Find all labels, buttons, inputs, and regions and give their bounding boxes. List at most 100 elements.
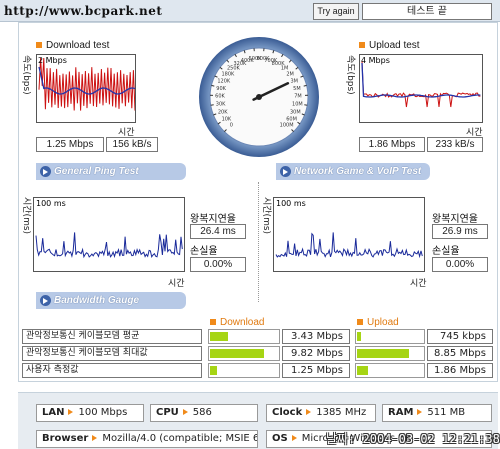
gauge-tick-label: 120K xyxy=(217,78,231,84)
download-bar-fill xyxy=(210,366,217,375)
browser-info: Browser Mozilla/4.0 (compatible; MSIE 6.0 xyxy=(36,430,258,448)
game-series-line xyxy=(275,232,423,259)
top-bar: http://www.bcpark.net Try again 테스트 끝 xyxy=(0,0,500,22)
ping-plot xyxy=(35,232,183,259)
ping-x-label: 시간 xyxy=(168,279,185,289)
arrow-icon xyxy=(291,435,297,441)
test-status-button[interactable]: 테스트 끝 xyxy=(362,3,492,20)
ping-series-line xyxy=(35,232,183,259)
gauge-tick-label: 30M xyxy=(290,109,301,115)
upload-y-label: 속도(bps) xyxy=(345,55,355,95)
ping-rtt-value: 26.4 ms xyxy=(190,224,246,239)
download-bar xyxy=(208,346,280,361)
upload-bar-fill xyxy=(357,349,409,358)
arrow-icon xyxy=(40,295,51,306)
game-plot xyxy=(275,232,423,259)
arrow-icon xyxy=(68,409,74,415)
speed-gauge: 010K20K30K60K90K120K180K250K320K400K500K… xyxy=(199,37,319,157)
download-series-line xyxy=(38,57,136,111)
section-divider xyxy=(258,182,259,302)
game-rtt-value: 26.9 ms xyxy=(432,224,488,239)
ram-info: RAM 511 MB xyxy=(382,404,492,422)
game-chart xyxy=(273,197,425,272)
bandwidth-row-label: 관악정보통신 케이블모뎀 최대값 xyxy=(22,346,202,361)
bandwidth-row-label: 사용자 측정값 xyxy=(22,363,202,378)
download-max-label: 2 Mbps xyxy=(38,56,67,65)
upload-max-label: 4 Mbps xyxy=(361,56,390,65)
bandwidth-upload-header: Upload xyxy=(357,317,399,328)
upload-value: 8.85 Mbps xyxy=(427,346,493,361)
download-bar xyxy=(208,363,280,378)
upload-test-title: Upload test xyxy=(359,40,420,51)
ping-max-label: 100 ms xyxy=(36,199,66,208)
gauge-tick-label: 60M xyxy=(286,116,297,122)
gauge-tick xyxy=(304,104,308,106)
arrow-icon xyxy=(306,409,312,415)
bandwidth-download-header: Download xyxy=(210,317,264,328)
download-y-label: 속도(bps) xyxy=(21,55,31,95)
download-plot xyxy=(38,57,136,111)
game-loss-label: 손실율 xyxy=(432,246,460,257)
upload-avg-line xyxy=(361,62,481,98)
ping-loss-label: 손실율 xyxy=(190,246,218,257)
arrow-icon xyxy=(182,409,188,415)
download-bar-fill xyxy=(210,349,264,358)
download-speed-value: 1.25 Mbps xyxy=(36,137,104,152)
gauge-tick-label: 10M xyxy=(292,102,303,108)
ping-loss-value: 0.00% xyxy=(190,257,246,272)
gauge-tick-label: 5M xyxy=(293,86,301,92)
download-bar xyxy=(208,329,280,344)
tab-general-ping-test[interactable]: General Ping Test xyxy=(36,163,186,180)
gauge-tick-label: 7M xyxy=(294,94,302,100)
upload-rate-value: 233 kB/s xyxy=(427,137,483,152)
gauge-tick-label: 3M xyxy=(290,78,298,84)
upload-value: 1.86 Mbps xyxy=(427,363,493,378)
tab-network-game-voip-test[interactable]: Network Game & VoIP Test xyxy=(276,163,430,180)
upload-speed-value: 1.86 Mbps xyxy=(359,137,425,152)
ping-rtt-label: 왕복지연율 xyxy=(190,214,236,225)
upload-bar-fill xyxy=(357,332,361,341)
gauge-tick-label: 30K xyxy=(216,102,226,108)
upload-bar xyxy=(355,329,425,344)
upload-value: 745 kbps xyxy=(427,329,493,344)
gauge-tick xyxy=(211,84,215,87)
arrow-icon xyxy=(417,409,423,415)
gauge-tick-label: 100M xyxy=(280,123,294,129)
gauge-tick-label: 20K xyxy=(218,109,228,115)
game-loss-value: 0.00% xyxy=(432,257,488,272)
tab-bandwidth-gauge[interactable]: Bandwidth Gauge xyxy=(36,292,186,309)
download-value: 1.25 Mbps xyxy=(282,363,350,378)
gauge-tick xyxy=(210,104,214,106)
upload-series-line xyxy=(361,60,481,108)
download-value: 9.82 Mbps xyxy=(282,346,350,361)
upload-bar xyxy=(355,363,425,378)
bullet-icon xyxy=(210,319,216,326)
upload-plot xyxy=(361,60,481,108)
upload-bar-fill xyxy=(357,366,368,375)
download-rate-value: 156 kB/s xyxy=(106,137,158,152)
download-value: 3.43 Mbps xyxy=(282,329,350,344)
ping-chart xyxy=(33,197,185,272)
arrow-icon xyxy=(92,435,98,441)
arrow-icon xyxy=(280,166,291,177)
gauge-tick-label: 60K xyxy=(215,94,225,100)
gauge-tick-label: 0 xyxy=(230,123,233,129)
arrow-icon xyxy=(40,166,51,177)
game-rtt-label: 왕복지연율 xyxy=(432,214,478,225)
bullet-icon xyxy=(357,319,363,326)
site-url: http://www.bcpark.net xyxy=(4,4,163,18)
download-test-title: Download test xyxy=(36,40,109,51)
capture-timestamp: 날짜: 2004-03-02 12:21:38 xyxy=(326,432,500,446)
game-x-label: 시간 xyxy=(410,279,427,289)
clock-info: Clock 1385 MHz xyxy=(266,404,376,422)
gauge-tick-label: 2M xyxy=(286,71,294,77)
bullet-icon xyxy=(359,42,365,49)
gauge-tick-label: 180K xyxy=(221,71,235,77)
gauge-tick xyxy=(303,84,307,87)
gauge-hub xyxy=(256,94,262,100)
lan-info: LAN 100 Mbps xyxy=(36,404,144,422)
gauge-tick-label: 90K xyxy=(216,86,226,92)
try-again-button[interactable]: Try again xyxy=(313,3,359,20)
bullet-icon xyxy=(36,42,42,49)
gauge-tick-label: 10K xyxy=(222,116,232,122)
